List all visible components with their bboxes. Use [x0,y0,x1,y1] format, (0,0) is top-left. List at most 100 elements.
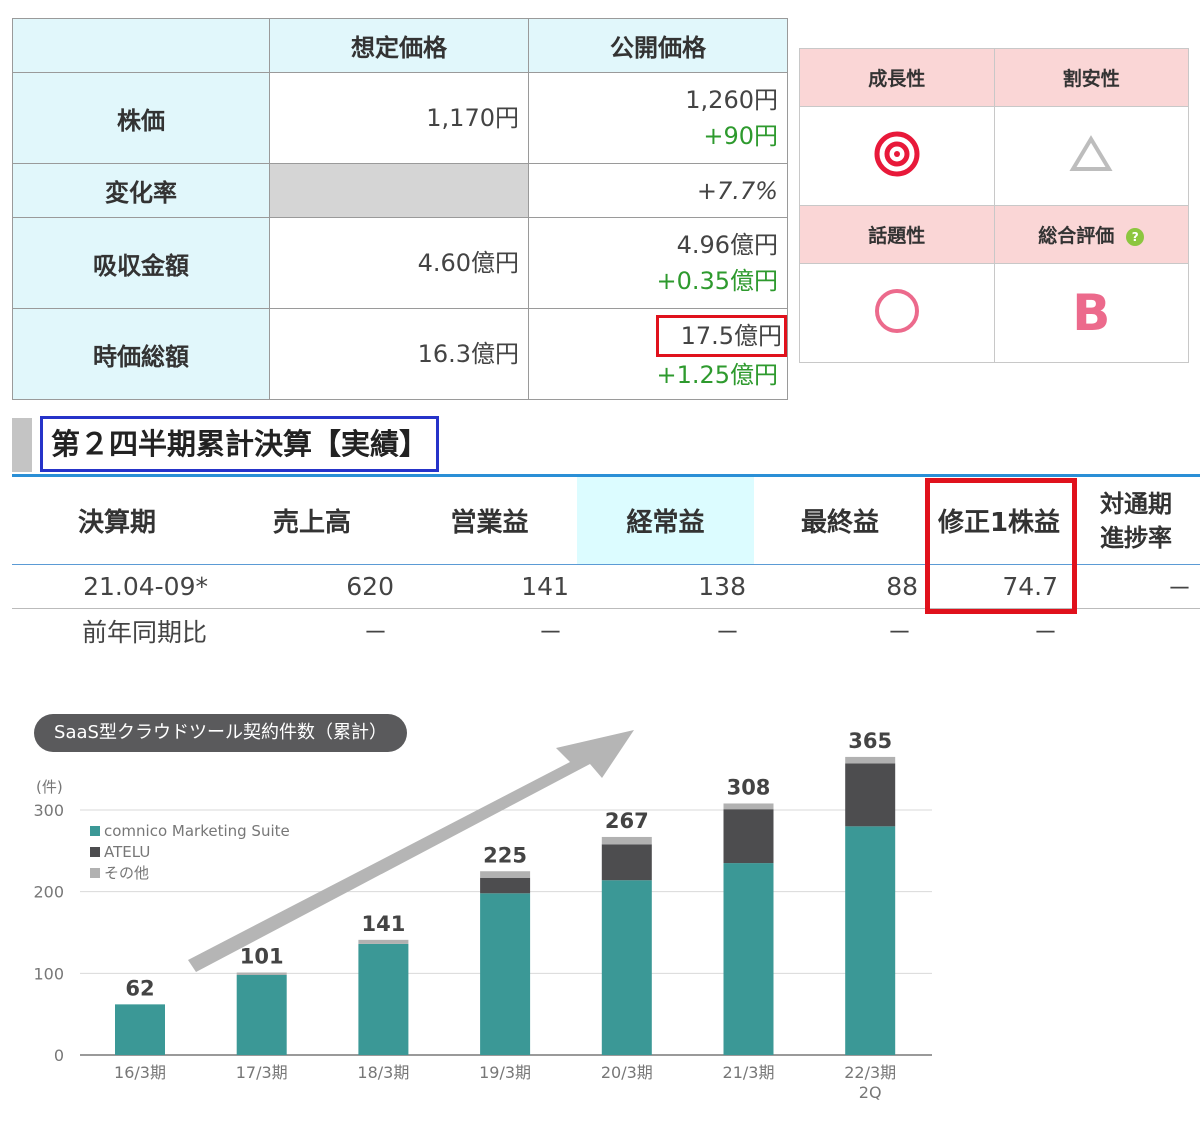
x-tick-label-3: 19/3期 [479,1063,531,1082]
x-tick-label-4: 20/3期 [601,1063,653,1082]
bar-2-series-2 [358,939,409,944]
row2-net-profit: － [886,617,912,647]
bar-0-series-0 [115,1004,165,1055]
col-net-profit: 最終益 [754,477,926,565]
row-label-absorbed-amount: 吸収金額 [12,217,270,309]
public-absorbed-amount-change: +0.35億円 [656,267,778,295]
bar-6-series-0 [845,826,896,1055]
row2-sales: － [362,617,388,647]
header-estimated-price: 想定価格 [269,18,529,73]
bar-5-series-1 [723,809,774,864]
bar-4-series-2 [601,836,652,845]
estimated-market-cap: 16.3億円 [269,308,529,400]
x-tick-label-5: 21/3期 [723,1063,775,1082]
y-tick-label-3: 300 [33,801,64,820]
public-stock-price: 1,260円 [685,86,778,114]
help-icon[interactable]: ? [1126,227,1145,246]
eval-label-topicality: 話題性 [799,205,995,264]
row2-period: 前年同期比 [12,609,222,653]
row-label-market-cap: 時価総額 [12,308,270,400]
bar-3-series-2 [480,871,531,878]
x-tick-label-2: 18/3期 [357,1063,409,1082]
trend-arrow-icon [188,730,634,972]
contracts-bar-chart: 0 100 200 300 (件) 62 16/3期 101 17/3期 141 18/3期 225 1… [33,729,932,1102]
eval-label-growth: 成長性 [799,48,995,107]
eval-overall-cell: B [993,263,1189,363]
row2-progress [1072,609,1200,653]
x-tick-label-6-line2: 2Q [859,1083,882,1102]
y-tick-label-1: 100 [33,964,64,983]
row2-ordinary-profit: － [714,617,740,647]
row2-period-label: 前年同期比 [82,617,208,647]
public-market-cap-change: +1.25億円 [656,361,778,389]
col-sales: 売上高 [222,477,402,565]
public-absorbed-amount-cell: 4.96億円 +0.35億円 [528,217,788,309]
eval-label-overall-cell: 総合評価? [993,205,1189,264]
col-operating-profit: 営業益 [402,477,577,565]
y-unit-label: (件) [36,778,63,796]
eval-growth-cell [799,106,995,206]
public-stock-price-cell: 1,260円 +90円 [528,72,788,164]
y-tick-label-0: 0 [54,1046,64,1065]
bar-total-label-1: 101 [240,945,284,969]
x-tick-label-6: 22/3期 [844,1063,896,1082]
eval-label-overall: 総合評価 [1038,225,1115,247]
row1-net-profit: 88 [754,564,926,609]
price-table: 想定価格 公開価格 株価 1,170円 1,260円 +90円 変化率 +7.7… [12,18,788,400]
price-table-corner [12,18,270,73]
bar-2-series-0 [358,943,409,1055]
col-progress: 対通期 進捗率 [1072,477,1200,565]
col-ordinary-profit: 経常益 [577,477,754,565]
double-circle-icon [874,131,920,177]
x-tick-label-1: 17/3期 [236,1063,288,1082]
circle-icon [874,289,919,333]
estimated-absorbed-amount: 4.60億円 [269,217,529,309]
public-absorbed-amount: 4.96億円 [676,231,778,259]
bar-total-label-6: 365 [848,729,892,753]
bar-5-series-2 [723,803,774,810]
section-marker [12,418,32,472]
bar-total-label-4: 267 [605,809,649,833]
bar-6-series-2 [845,756,896,764]
row1-operating-profit: 141 [402,564,577,609]
x-tick-label-0: 16/3期 [114,1063,166,1082]
public-market-cap-cell: 17.5億円 +1.25億円 [528,308,788,400]
bar-4-series-1 [601,844,652,881]
public-stock-price-change: +90円 [703,122,778,150]
row1-period: 21.04-09* [12,564,222,609]
eval-value-cell [993,106,1189,206]
row-label-stock-price: 株価 [12,72,270,164]
bar-5-series-0 [723,863,774,1055]
bar-total-label-0: 62 [125,976,154,1000]
y-tick-label-2: 200 [33,883,64,902]
bar-total-label-3: 225 [483,843,527,867]
row2-operating-profit: － [537,617,563,647]
row1-ordinary-profit: 138 [577,564,754,609]
col-progress-line2: 進捗率 [1100,523,1172,552]
bar-3-series-0 [480,893,531,1055]
bar-4-series-0 [601,880,652,1055]
col-period: 決算期 [12,477,222,565]
public-change-rate: +7.7% [528,163,788,218]
evaluation-table: 成長性 割安性 話題性 総合評価? B [799,48,1189,363]
eval-topicality-cell [799,263,995,363]
header-public-price: 公開価格 [528,18,788,73]
section-title: 第２四半期累計決算【実績】 [40,416,440,472]
overall-grade: B [1072,284,1111,342]
bar-1-series-2 [236,972,287,975]
estimated-change-rate [269,163,529,218]
row1-sales: 620 [222,564,402,609]
row1-progress: － [1072,564,1200,609]
col-progress-line1: 対通期 [1100,489,1172,518]
table-row: 前年同期比 － － － － － [12,609,1200,653]
triangle-icon [1069,135,1113,171]
bar-1-series-0 [236,974,287,1055]
estimated-stock-price: 1,170円 [269,72,529,164]
bar-total-label-5: 308 [727,775,771,799]
row-label-change-rate: 変化率 [12,163,270,218]
bar-3-series-1 [480,877,531,894]
eps-highlight-box [925,478,1077,614]
eval-label-value: 割安性 [993,48,1189,107]
public-market-cap: 17.5億円 [655,315,787,357]
row2-eps: － [1032,617,1058,647]
